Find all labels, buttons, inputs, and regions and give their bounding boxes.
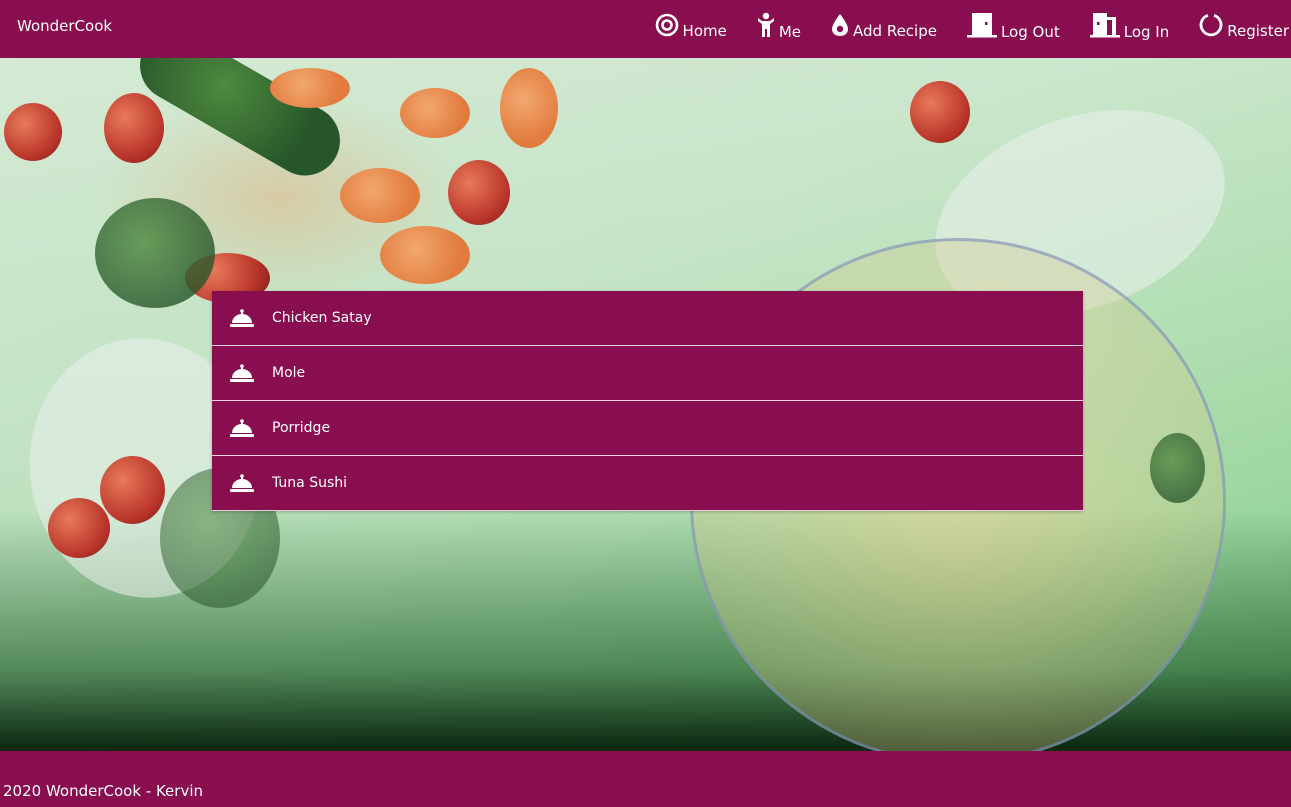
service-bell-icon [229, 308, 255, 328]
recipe-name: Chicken Satay [272, 310, 372, 326]
recipe-name: Mole [272, 365, 306, 381]
service-bell-icon [229, 363, 255, 383]
ring-icon [1199, 13, 1223, 41]
recipe-item-porridge[interactable]: Porridge [212, 401, 1083, 456]
background-carrot-5 [270, 68, 350, 108]
background-carrot-4 [500, 68, 558, 148]
nav-add-recipe-label: Add Recipe [853, 22, 937, 40]
nav-me-label: Me [778, 23, 802, 41]
background-tomato-6 [100, 456, 165, 524]
nav-me-link[interactable]: Me [757, 12, 801, 42]
door-icon [966, 12, 997, 42]
page-footer: 2020 WonderCook - Kervin [0, 751, 1291, 807]
recipe-list: Chicken Satay Mole Porridge Tuna Sushi [212, 291, 1083, 511]
background-tomato-4 [910, 81, 970, 143]
drop-icon [831, 13, 849, 41]
service-bell-icon [229, 418, 255, 438]
nav-links: Home Me Add Recipe Log Out Log In Regist… [655, 12, 1289, 42]
background-basil [95, 198, 215, 308]
nav-login-link[interactable]: Log In [1089, 12, 1170, 42]
background-tomato-3 [448, 160, 510, 225]
background-tomato-1 [4, 103, 62, 161]
nav-home-link[interactable]: Home [655, 13, 727, 41]
recipe-item-tuna-sushi[interactable]: Tuna Sushi [212, 456, 1083, 511]
top-navbar: WonderCook Home Me Add Recipe Log Out Lo… [0, 0, 1291, 58]
background-carrot-3 [400, 88, 470, 138]
nav-add-recipe-link[interactable]: Add Recipe [831, 13, 937, 41]
nav-register-link[interactable]: Register [1199, 13, 1289, 41]
nav-logout-link[interactable]: Log Out [966, 12, 1060, 42]
background-tomato-2 [104, 93, 164, 163]
nav-logout-label: Log Out [1000, 23, 1060, 41]
recipe-name: Porridge [272, 420, 331, 436]
nav-register-label: Register [1227, 22, 1289, 40]
person-icon [757, 12, 775, 42]
brand-link[interactable]: WonderCook [17, 17, 112, 35]
door-open-icon [1089, 12, 1120, 42]
background-cucumber [1150, 433, 1205, 503]
service-bell-icon [229, 473, 255, 493]
nav-home-label: Home [682, 22, 727, 40]
recipe-item-chicken-satay[interactable]: Chicken Satay [212, 291, 1083, 346]
target-icon [655, 13, 679, 41]
recipe-item-mole[interactable]: Mole [212, 346, 1083, 401]
background-carrot-1 [340, 168, 420, 223]
background-carrot-2 [380, 226, 470, 284]
footer-copyright: 2020 WonderCook - Kervin [3, 782, 203, 800]
recipe-name: Tuna Sushi [272, 475, 348, 491]
nav-login-label: Log In [1123, 23, 1170, 41]
background-tomato-7 [48, 498, 110, 558]
